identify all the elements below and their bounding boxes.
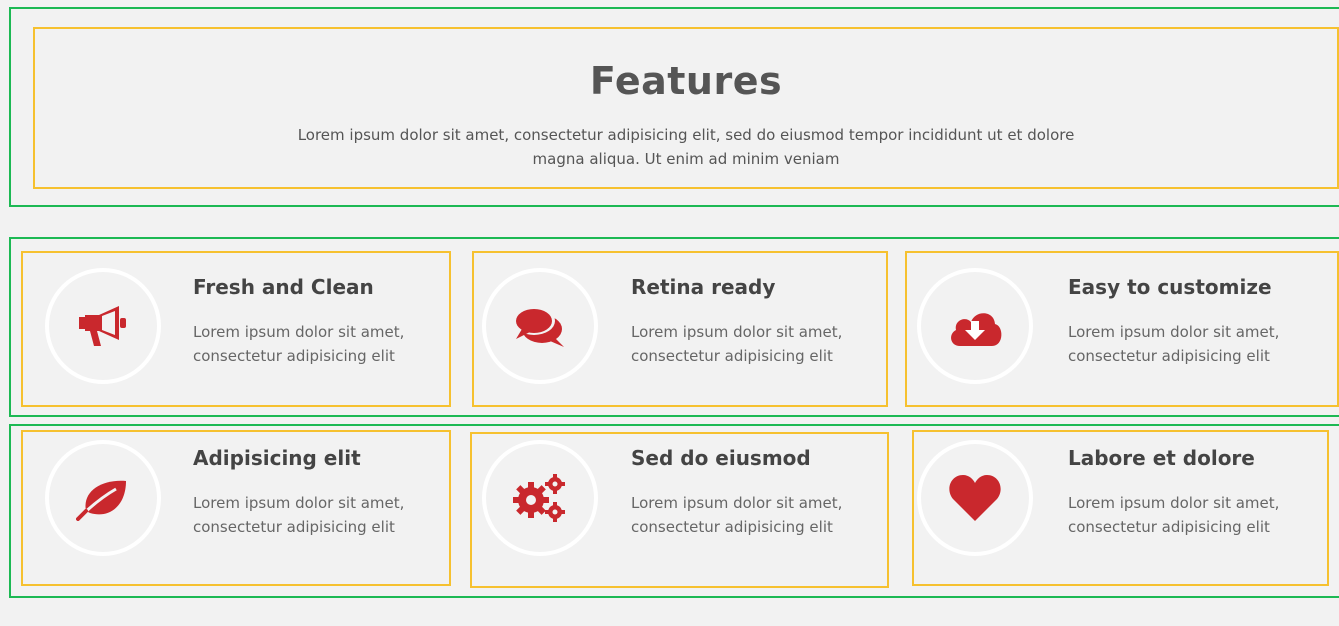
leaf-icon: [76, 475, 130, 521]
feature-text: Lorem ipsum dolor sit amet, consectetur …: [631, 323, 843, 365]
feature-title: Fresh and Clean: [193, 275, 374, 299]
gears-icon: [511, 472, 569, 524]
feature-icon-circle: [917, 440, 1033, 556]
page-title: Features: [589, 59, 783, 103]
feature-icon-circle: [45, 268, 161, 384]
feature-icon-circle: [917, 268, 1033, 384]
feature-card: Fresh and Clean Lorem ipsum dolor sit am…: [21, 251, 451, 407]
heart-icon: [947, 473, 1003, 523]
feature-icon-circle: [482, 268, 598, 384]
megaphone-icon: [77, 303, 129, 349]
feature-text: Lorem ipsum dolor sit amet, consectetur …: [1068, 323, 1280, 365]
feature-card: Retina ready Lorem ipsum dolor sit amet,…: [472, 251, 888, 407]
feature-icon-circle: [45, 440, 161, 556]
page-description: Lorem ipsum dolor sit amet, consectetur …: [297, 126, 1075, 168]
features-header: Features Lorem ipsum dolor sit amet, con…: [33, 27, 1339, 189]
chat-bubbles-icon: [512, 303, 568, 349]
feature-text: Lorem ipsum dolor sit amet, consectetur …: [1068, 494, 1280, 536]
feature-title: Sed do eiusmod: [631, 446, 811, 470]
feature-text: Lorem ipsum dolor sit amet, consectetur …: [193, 323, 405, 365]
feature-card: Labore et dolore Lorem ipsum dolor sit a…: [912, 430, 1329, 586]
feature-card: Sed do eiusmod Lorem ipsum dolor sit ame…: [470, 432, 889, 588]
feature-title: Easy to customize: [1068, 275, 1272, 299]
feature-text: Lorem ipsum dolor sit amet, consectetur …: [631, 494, 843, 536]
feature-card: Easy to customize Lorem ipsum dolor sit …: [905, 251, 1339, 407]
feature-card: Adipisicing elit Lorem ipsum dolor sit a…: [21, 430, 451, 586]
feature-title: Labore et dolore: [1068, 446, 1255, 470]
feature-text: Lorem ipsum dolor sit amet, consectetur …: [193, 494, 405, 536]
feature-icon-circle: [482, 440, 598, 556]
cloud-download-icon: [946, 304, 1004, 348]
feature-title: Retina ready: [631, 275, 776, 299]
feature-title: Adipisicing elit: [193, 446, 361, 470]
